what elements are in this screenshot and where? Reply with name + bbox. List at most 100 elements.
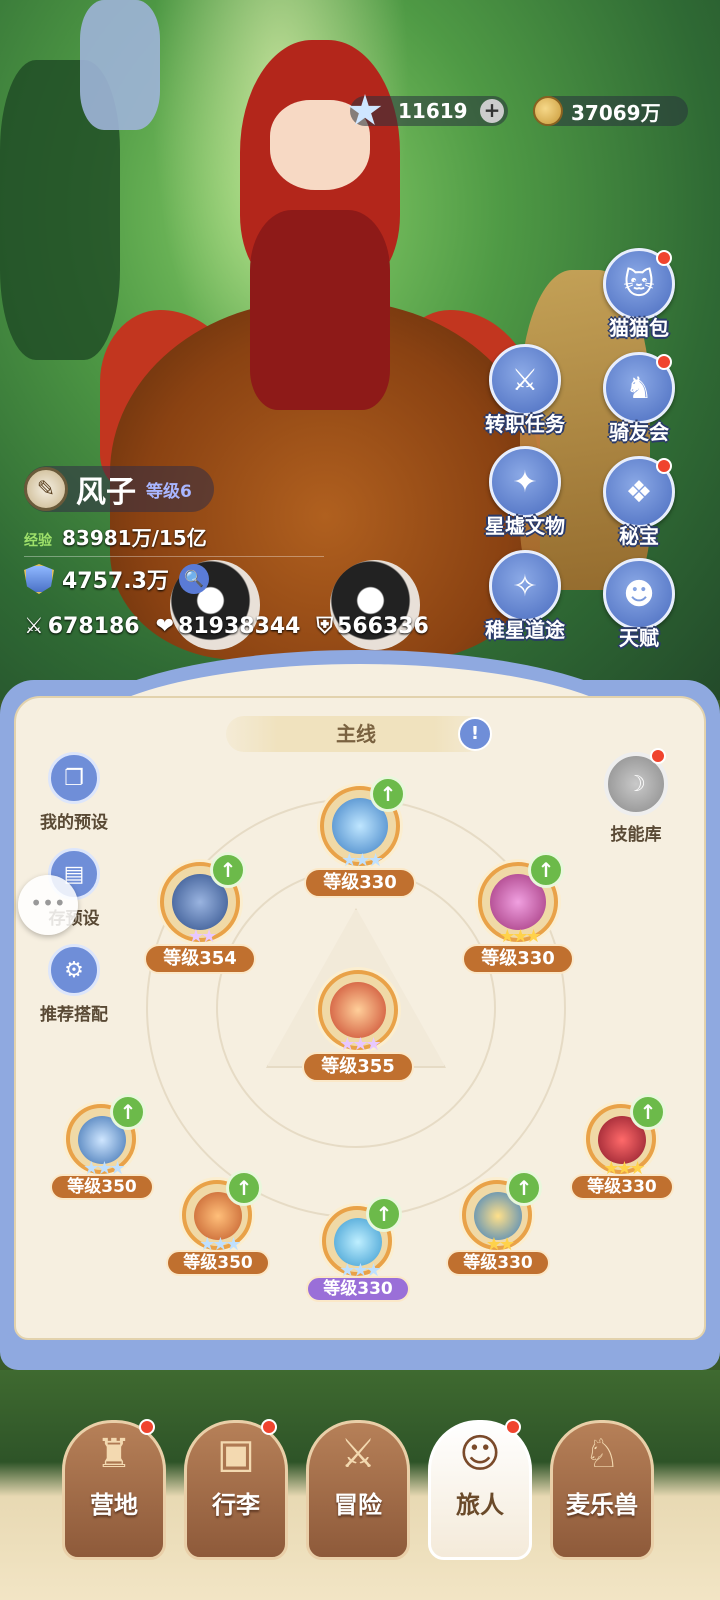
gold-coin-icon xyxy=(527,90,569,132)
tab-main-line[interactable]: 主线 xyxy=(226,716,486,752)
beast-icon: ♘ xyxy=(584,1431,620,1477)
skill-level: 等级330 xyxy=(304,868,416,898)
skill-level: 等级350 xyxy=(166,1250,270,1276)
skill-level: 等级330 xyxy=(462,944,574,974)
upgrade-arrow-icon[interactable]: ↑ xyxy=(366,1196,402,1232)
star-path-label: 稚星道途 xyxy=(485,618,565,642)
cat-bag-button[interactable]: 🐱 猫猫包 xyxy=(594,248,684,341)
recommended-build-label: 推荐搭配 xyxy=(40,1005,108,1025)
recommended-build-button[interactable]: ⚙ 推荐搭配 xyxy=(24,944,124,1025)
skill-slot-bottom-1[interactable]: ↑ ★★★ 等级350 xyxy=(36,1094,166,1234)
notification-dot xyxy=(656,354,672,370)
treasure-label: 秘宝 xyxy=(619,524,659,548)
upgrade-arrow-icon[interactable]: ↑ xyxy=(210,852,246,888)
nav-camp[interactable]: ♜ 营地 xyxy=(62,1419,166,1560)
riders-club-label: 骑友会 xyxy=(609,420,669,444)
nav-luggage[interactable]: ▣ 行李 xyxy=(184,1419,288,1560)
divider xyxy=(24,556,324,557)
chest-icon: ▣ xyxy=(217,1431,255,1477)
attack-icon: ⚔ xyxy=(24,614,44,639)
shield-power-icon xyxy=(24,564,54,594)
job-change-button[interactable]: ⚔ 转职任务 xyxy=(480,344,570,437)
my-preset-label: 我的预设 xyxy=(40,813,108,833)
skill-slot-bottom-2[interactable]: ↑ ★★★ 等级350 xyxy=(152,1170,282,1310)
nav-traveler-label: 旅人 xyxy=(456,1491,504,1519)
nav-traveler[interactable]: ☺ 旅人 xyxy=(428,1419,532,1560)
notification-dot xyxy=(656,458,672,474)
attack-value: 678186 xyxy=(47,614,140,639)
notification-dot xyxy=(261,1419,277,1435)
player-name-bar[interactable]: ✎ 风子 等级6 xyxy=(24,466,214,512)
exp-value: 83981万/15亿 xyxy=(62,526,207,550)
gold-currency-value: 37069万 xyxy=(571,100,661,125)
notification-dot xyxy=(656,250,672,266)
my-preset-button[interactable]: ❐ 我的预设 xyxy=(24,752,124,833)
skill-slot-left[interactable]: ↑ ★★ 等级354 xyxy=(134,852,264,992)
recommend-icon: ⚙ xyxy=(48,944,100,996)
star-currency-value: 11619 xyxy=(398,99,468,123)
swords-icon: ⚔ xyxy=(340,1431,376,1477)
nav-beast[interactable]: ♘ 麦乐兽 xyxy=(550,1420,654,1560)
inspect-button[interactable]: 🔍 xyxy=(178,564,209,594)
skill-level: 等级354 xyxy=(144,944,256,974)
skill-slot-bottom-4[interactable]: ↑ ★★ 等级330 xyxy=(432,1170,562,1310)
upgrade-arrow-icon[interactable]: ↑ xyxy=(226,1170,262,1206)
relic-button[interactable]: ✦ 星墟文物 xyxy=(480,446,570,539)
upgrade-arrow-icon[interactable]: ↑ xyxy=(110,1094,146,1130)
notification-dot xyxy=(650,748,666,764)
skill-level: 等级350 xyxy=(50,1174,154,1200)
add-stars-button[interactable]: + xyxy=(480,99,504,123)
floating-chat-bubble[interactable]: ••• xyxy=(18,875,78,935)
combat-power-row: 4757.3万 🔍 xyxy=(24,563,209,595)
upgrade-arrow-icon[interactable]: ↑ xyxy=(528,852,564,888)
job-change-label: 转职任务 xyxy=(485,412,565,436)
nav-camp-label: 营地 xyxy=(90,1491,138,1519)
skill-slot-bottom-3[interactable]: ↑ ★★★ 等级330 xyxy=(292,1196,422,1336)
companion-character xyxy=(80,0,160,130)
talent-button[interactable]: ☻ 天赋 xyxy=(594,558,684,651)
skill-slot-center[interactable]: ★★★ 等级355 xyxy=(292,970,422,1100)
skill-art xyxy=(330,982,386,1038)
skill-level: 等级330 xyxy=(306,1276,410,1302)
notification-dot xyxy=(139,1419,155,1435)
nav-luggage-label: 行李 xyxy=(212,1491,260,1519)
skill-library-label: 技能库 xyxy=(610,825,662,845)
skill-slot-top[interactable]: ↑ ★★★ 等级330 xyxy=(294,776,424,916)
hp-value: 81938344 xyxy=(178,614,301,639)
star-path-button[interactable]: ✧ 稚星道途 xyxy=(480,550,570,643)
upgrade-arrow-icon[interactable]: ↑ xyxy=(370,776,406,812)
skill-library-button[interactable]: ☽ 技能库 xyxy=(586,748,686,845)
player-level: 等级6 xyxy=(146,481,192,502)
skill-slot-right[interactable]: ↑ ★★★ 等级330 xyxy=(452,852,582,992)
skill-level: 等级330 xyxy=(446,1250,550,1276)
notification-dot xyxy=(505,1419,521,1435)
star-currency: 11619 + xyxy=(348,94,508,126)
upgrade-arrow-icon[interactable]: ↑ xyxy=(506,1170,542,1206)
defense-value: 566336 xyxy=(337,614,429,639)
upgrade-arrow-icon[interactable]: ↑ xyxy=(630,1094,666,1130)
book-icon[interactable]: ! xyxy=(458,717,492,751)
path-icon: ✧ xyxy=(489,550,561,622)
relic-label: 星墟文物 xyxy=(485,514,565,538)
talent-icon: ☻ xyxy=(603,558,675,630)
talent-label: 天赋 xyxy=(619,626,659,650)
skill-slot-bottom-5[interactable]: ↑ ★★★ 等级330 xyxy=(556,1094,686,1234)
nav-adventure-label: 冒险 xyxy=(334,1491,382,1519)
gold-currency: 37069万 xyxy=(533,96,688,126)
traveler-icon: ☺ xyxy=(459,1431,501,1477)
defense-icon: ⛨ xyxy=(316,614,334,639)
riders-club-button[interactable]: ♞ 骑友会 xyxy=(594,352,684,445)
experience-row: 经验 83981万/15亿 xyxy=(24,522,207,551)
nav-adventure[interactable]: ⚔ 冒险 xyxy=(306,1420,410,1560)
relic-icon: ✦ xyxy=(489,446,561,518)
cat-bag-label: 猫猫包 xyxy=(609,316,669,340)
treasure-button[interactable]: ❖ 秘宝 xyxy=(594,456,684,549)
exp-label: 经验 xyxy=(24,533,52,549)
nav-beast-label: 麦乐兽 xyxy=(566,1491,638,1519)
star-gem-icon xyxy=(344,90,386,132)
player-name: 风子 xyxy=(76,475,136,510)
job-change-icon: ⚔ xyxy=(489,344,561,416)
search-icon: 🔍 xyxy=(183,569,204,588)
stats-row: ⚔ 678186 ❤ 81938344 ⛨ 566336 xyxy=(24,614,445,639)
class-emblem-icon: ✎ xyxy=(24,467,68,511)
